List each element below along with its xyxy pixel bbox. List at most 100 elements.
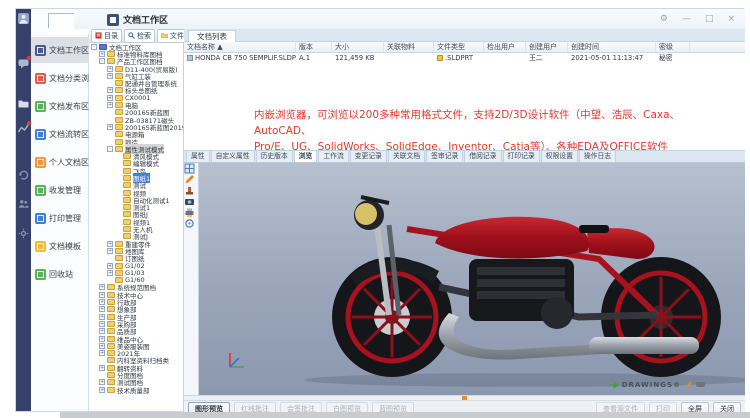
tree-toolbar-catalog-button[interactable]: 目录: [91, 29, 122, 43]
tab-借阅记录[interactable]: 借阅记录: [464, 150, 501, 162]
3d-viewer-canvas[interactable]: DRAWINGS®: [184, 163, 745, 395]
maximize-button[interactable]: □: [705, 12, 714, 26]
module-title: 文档工作区: [107, 13, 168, 26]
sidebar-item-6[interactable]: 收发管理: [31, 177, 89, 203]
column-header[interactable]: 大小: [332, 42, 384, 52]
table-cell: 2021-05-01 11:13:47: [568, 53, 656, 63]
expand-icon[interactable]: +: [99, 306, 105, 312]
annotation-text: 内嵌浏览器，可浏览以200多种常用格式文件，支持2D/3D设计软件（中望、浩辰、…: [254, 107, 734, 155]
tab-打印记录[interactable]: 打印记录: [503, 150, 540, 162]
folder-icon: [107, 292, 115, 298]
expand-icon[interactable]: +: [107, 66, 113, 72]
sidebar-item-7[interactable]: 打印管理: [31, 205, 89, 231]
tab-权限设置[interactable]: 权限设置: [541, 150, 578, 162]
left-icon-rail: [16, 9, 31, 411]
expand-icon[interactable]: +: [107, 102, 113, 108]
table-cell: 121,459 KB: [332, 53, 384, 63]
sidebar-item-9[interactable]: 回收站: [31, 261, 89, 287]
tree-node[interactable]: +技术质量部: [89, 386, 183, 393]
grid-tool-icon[interactable]: [184, 163, 198, 174]
column-header[interactable]: 文档名称 ▲: [184, 42, 296, 52]
expand-icon[interactable]: +: [99, 299, 105, 305]
column-header[interactable]: 关联物料: [384, 42, 434, 52]
minimize-button[interactable]: —: [682, 12, 691, 26]
expand-icon[interactable]: +: [99, 350, 105, 356]
tab-关联文档[interactable]: 关联文档: [388, 150, 425, 162]
column-header[interactable]: 创建用户: [526, 42, 568, 52]
tab-工作流[interactable]: 工作流: [318, 150, 348, 162]
expand-icon[interactable]: +: [99, 328, 105, 334]
brand-tool-icon: [696, 381, 705, 388]
expand-icon[interactable]: +: [107, 87, 113, 93]
camera-tool-icon[interactable]: [184, 196, 198, 207]
sidebar-item-label: 回收站: [49, 269, 73, 280]
tree-toolbar-search-button[interactable]: 检索: [124, 29, 155, 43]
activity-chart-icon[interactable]: [18, 123, 29, 134]
column-header[interactable]: 文件类型: [434, 42, 484, 52]
tab-签审记录[interactable]: 签审记录: [426, 150, 463, 162]
expand-icon[interactable]: +: [99, 343, 105, 349]
expand-icon[interactable]: +: [99, 321, 105, 327]
expand-icon[interactable]: +: [99, 336, 105, 342]
tab-变更记录[interactable]: 变更记录: [350, 150, 387, 162]
screenshot-stage: 文档工作区文档分类浏览文档发布区文档流转区个人文档区收发管理打印管理文档模板回收…: [0, 0, 750, 418]
tab-操作日志[interactable]: 操作日志: [579, 150, 616, 162]
people-icon[interactable]: [18, 198, 29, 209]
collapse-icon[interactable]: -: [91, 44, 97, 50]
expand-icon[interactable]: +: [99, 51, 105, 57]
expand-icon[interactable]: +: [99, 387, 105, 393]
expand-icon[interactable]: +: [99, 365, 105, 371]
tab-属性[interactable]: 属性: [186, 150, 210, 162]
expand-icon[interactable]: +: [99, 379, 105, 385]
table-cell: .SLDPRT: [434, 53, 484, 63]
column-header[interactable]: 版本: [296, 42, 332, 52]
motorcycle-3d-model: [289, 167, 745, 392]
expand-icon[interactable]: +: [99, 284, 105, 290]
user-avatar-icon[interactable]: [18, 13, 29, 24]
sidebar-item-label: 文档发布区: [49, 101, 89, 112]
folder-icon: [115, 131, 123, 137]
expand-icon[interactable]: +: [107, 263, 113, 269]
column-header[interactable]: 密级: [656, 42, 690, 52]
close-button[interactable]: ×: [727, 12, 735, 26]
expand-icon[interactable]: +: [107, 248, 113, 254]
sidebar-item-5[interactable]: 个人文档区: [31, 149, 89, 175]
table-row[interactable]: HONDA CB 750 SEMPLIF.SLDPRTA.1121,459 KB…: [184, 53, 745, 63]
chat-icon[interactable]: [18, 58, 29, 69]
folder-icon: [123, 168, 131, 174]
stamp-tool-icon[interactable]: [184, 185, 198, 196]
collapse-icon[interactable]: -: [107, 146, 113, 152]
expand-icon[interactable]: +: [107, 241, 113, 247]
column-header[interactable]: 检出用户: [484, 42, 526, 52]
sidebar-item-4[interactable]: 文档流转区: [31, 121, 89, 147]
expand-icon[interactable]: +: [99, 292, 105, 298]
rotate-tool-icon[interactable]: [184, 218, 198, 229]
settings-button[interactable]: ⚙: [660, 12, 668, 26]
folder-icon: [107, 365, 115, 371]
gear-icon[interactable]: [18, 228, 29, 239]
sync-icon[interactable]: [18, 169, 29, 180]
app-window: 文档工作区文档分类浏览文档发布区文档流转区个人文档区收发管理打印管理文档模板回收…: [15, 8, 744, 412]
expand-icon[interactable]: +: [107, 73, 113, 79]
sidebar-item-1[interactable]: 文档工作区: [31, 37, 89, 63]
expand-icon[interactable]: +: [107, 270, 113, 276]
sidebar-item-3[interactable]: 文档发布区: [31, 93, 89, 119]
tab-浏览[interactable]: 浏览: [294, 150, 318, 162]
sidebar-item-icon: [35, 101, 46, 112]
collapse-icon[interactable]: -: [99, 58, 105, 64]
print-tool-icon[interactable]: [184, 207, 198, 218]
tab-历史版本[interactable]: 历史版本: [256, 150, 293, 162]
sidebar-item-2[interactable]: 文档分类浏览: [31, 65, 89, 91]
folder-icon: [123, 204, 131, 210]
pencil-tool-icon[interactable]: [184, 174, 198, 185]
folder-icon: [107, 343, 115, 349]
sidebar-item-8[interactable]: 文档模板: [31, 233, 89, 259]
folder-icon[interactable]: [18, 98, 29, 109]
expand-icon[interactable]: +: [99, 314, 105, 320]
column-header[interactable]: 创建时间: [568, 42, 656, 52]
expand-icon[interactable]: +: [107, 124, 113, 130]
folder-icon: [115, 255, 123, 261]
expand-icon[interactable]: +: [107, 95, 113, 101]
tab-自定义属性[interactable]: 自定义属性: [211, 150, 255, 162]
axis-triad-icon: [226, 349, 248, 371]
